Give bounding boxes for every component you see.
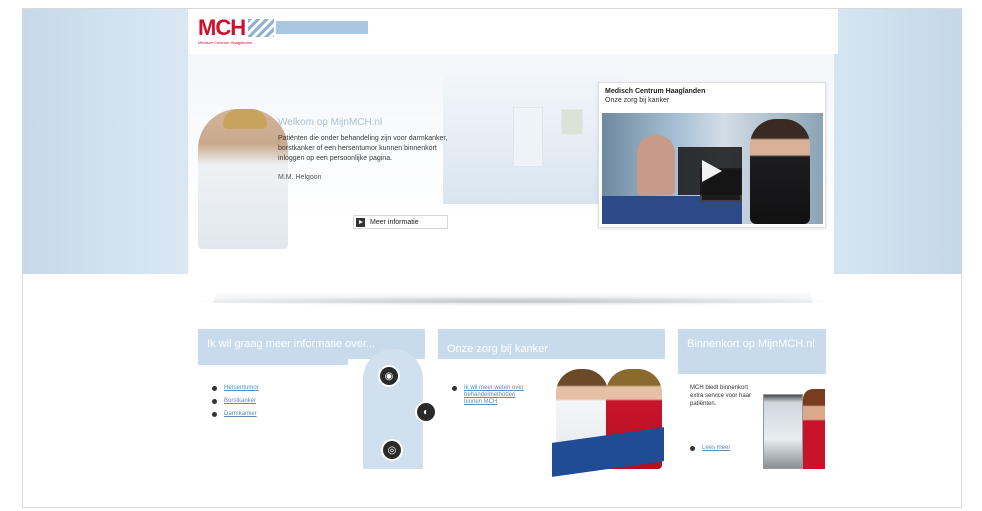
play-icon[interactable] (678, 147, 742, 195)
play-arrow-icon (356, 217, 365, 227)
video-subtitle: Onze zorg bij kanker (605, 97, 670, 104)
list-item: Lees meer (690, 445, 730, 452)
doctor-photo (198, 109, 288, 249)
info-links: Hersentumor Borstkanker Darmkanker (212, 385, 259, 424)
corridor-door (513, 107, 543, 167)
video-player[interactable] (602, 113, 823, 224)
welcome-title: Welkom op MijnMCH.nl (278, 117, 383, 128)
list-item: Borstkanker (212, 398, 259, 405)
soon-box-title: Binnenkort op MijnMCH.nl (678, 329, 826, 374)
welcome-text: Patiënten die onder behandeling zijn voo… (278, 135, 448, 162)
video-title: Medisch Centrum Haaglanden (605, 88, 706, 95)
link-treatment-methods[interactable]: Ik wil meer weten over behandelmethoden … (464, 385, 532, 406)
header: MCH Medisch Centrum Haaglanden (188, 9, 838, 54)
soon-links: Lees meer (690, 445, 730, 458)
logo-subtext: Medisch Centrum Haaglanden (198, 40, 253, 45)
video-card: Medisch Centrum Haaglanden Onze zorg bij… (598, 82, 826, 228)
bullet-icon (212, 399, 217, 404)
bullet-icon (690, 446, 695, 451)
video-woman-figure (750, 119, 810, 224)
logo-bar (276, 21, 368, 34)
hero-floor (213, 241, 813, 303)
bullet-icon (212, 412, 217, 417)
kiosk-woman-figure (803, 389, 825, 469)
brain-icon[interactable]: ◉ (378, 365, 400, 387)
breast-icon[interactable]: ◐ (415, 401, 437, 423)
list-item: Hersentumor (212, 385, 259, 392)
video-nurse-figure (637, 135, 675, 195)
more-info-label: Meer informatie (370, 218, 419, 226)
logo-text: MCH (198, 15, 246, 40)
doctor-hair (223, 109, 267, 129)
bullet-icon (452, 386, 457, 391)
corridor-artwork (561, 109, 583, 135)
welcome-block: Welkom op MijnMCH.nl Patiënten die onder… (278, 117, 448, 181)
link-read-more[interactable]: Lees meer (702, 445, 730, 452)
more-info-button[interactable]: Meer informatie (353, 215, 448, 229)
care-links: Ik wil meer weten over behandelmethoden … (452, 385, 532, 412)
logo-stripes-icon (248, 19, 274, 37)
intestine-icon[interactable]: ◎ (381, 439, 403, 461)
link-darmkanker[interactable]: Darmkanker (224, 411, 257, 418)
mch-logo[interactable]: MCH Medisch Centrum Haaglanden (198, 15, 253, 46)
care-box-title: Onze zorg bij kanker (438, 329, 665, 359)
hero-shadow (183, 296, 843, 306)
page-frame: MCH Medisch Centrum Haaglanden Welkom op… (22, 8, 962, 508)
link-borstkanker[interactable]: Borstkanker (224, 398, 256, 405)
care-photo (548, 367, 670, 477)
soon-box-text: MCH biedt binnenkort extra service voor … (690, 385, 752, 407)
link-hersentumor[interactable]: Hersentumor (224, 385, 259, 392)
list-item: Darmkanker (212, 411, 259, 418)
info-box-title-extension (198, 359, 348, 365)
welcome-signature: M.M. Helgoon (278, 174, 322, 181)
list-item: Ik wil meer weten over behandelmethoden … (452, 385, 532, 406)
kiosk-photo (763, 394, 803, 469)
bullet-icon (212, 386, 217, 391)
